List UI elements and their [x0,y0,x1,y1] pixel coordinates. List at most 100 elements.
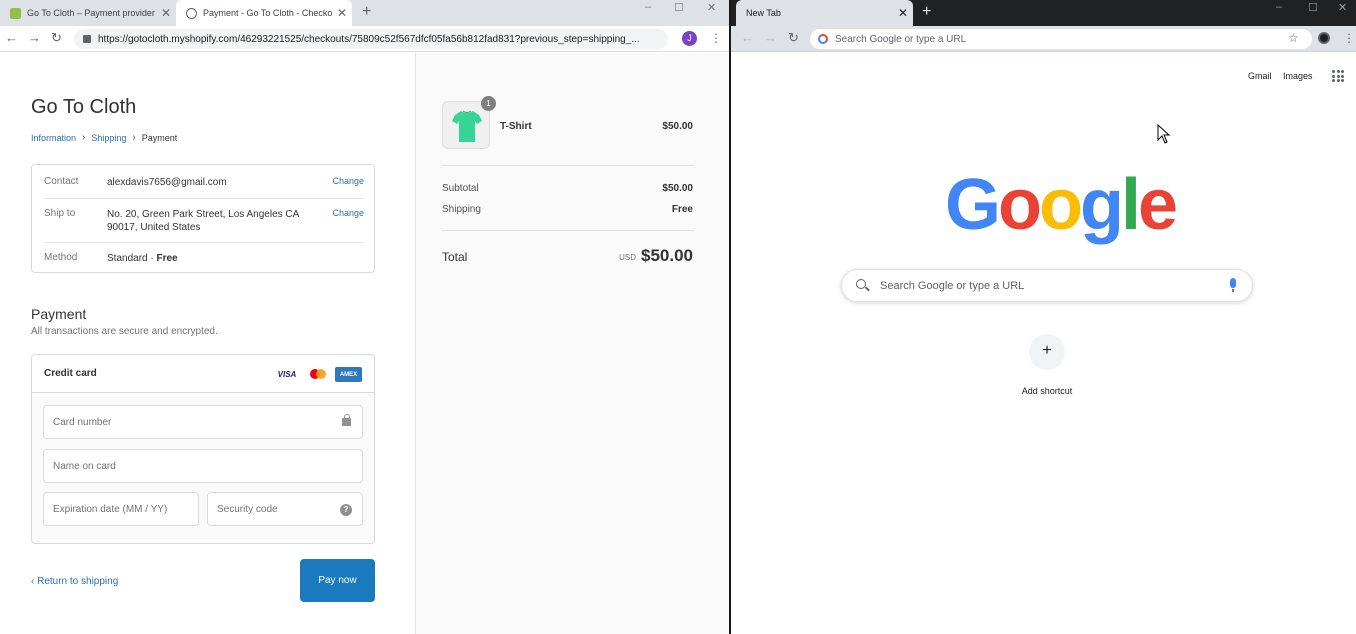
minimize-button[interactable]: – [1276,1,1282,13]
gmail-link[interactable]: Gmail [1248,71,1272,81]
subtotal-value: $50.00 [662,183,693,194]
logo-letter: l [1120,165,1141,245]
total-currency: USD [619,253,636,262]
tab-strip: Go To Cloth – Payment provider ✕ Payment… [0,0,729,26]
total-label: Total [442,250,468,264]
close-icon[interactable]: ✕ [332,6,352,20]
checkout-browser-window: Go To Cloth – Payment provider ✕ Payment… [0,0,729,634]
images-link[interactable]: Images [1283,71,1313,81]
add-shortcut-label: Add shortcut [1021,386,1073,396]
url-text: https://gotocloth.myshopify.com/46293221… [98,33,640,45]
breadcrumb: Information › Shipping › Payment [31,132,177,143]
search-placeholder: Search Google or type a URL [880,279,1025,292]
minimize-button[interactable]: – [645,1,651,13]
maximize-button[interactable]: ☐ [1308,1,1318,14]
new-tab-button[interactable]: + [922,4,931,20]
store-name[interactable]: Go To Cloth [31,96,136,119]
change-address-link[interactable]: Change [332,208,364,218]
tab-title: Payment - Go To Cloth - Checkout [203,8,332,18]
visa-icon: VISA [277,370,297,379]
forward-arrow-icon[interactable]: → [28,31,41,45]
ship-to-value: No. 20, Green Park Street, Los Angeles C… [107,209,299,233]
lock-icon [342,414,351,426]
security-code-field[interactable]: Security code ? [207,492,363,526]
checkout-main: Go To Cloth Information › Shipping › Pay… [0,53,415,634]
card-number-placeholder: Card number [53,416,112,428]
logo-letter: o [1039,165,1083,245]
logo-letter: g [1079,165,1124,245]
tab-strip: New Tab ✕ + – ☐ ✕ [731,0,1356,26]
new-tab-button[interactable]: + [362,4,371,20]
ship-to-label: Ship to [44,208,76,219]
extension-icon[interactable] [1318,32,1330,44]
review-block: Contact alexdavis7656@gmail.com Change S… [31,164,375,273]
breadcrumb-shipping[interactable]: Shipping [91,133,126,143]
browser-toolbar: ← → ↻ Search Google or type a URL [731,26,1356,52]
omnibox-placeholder: Search Google or type a URL [835,33,967,45]
credit-card-header[interactable]: Credit card VISA AMEX [32,355,374,393]
browser-menu-icon[interactable]: ⋮ [1343,32,1355,44]
divider [44,198,364,199]
expiration-date-field[interactable]: Expiration date (MM / YY) [43,492,199,526]
maximize-button[interactable]: ☐ [674,1,684,14]
change-contact-link[interactable]: Change [332,176,364,186]
profile-avatar[interactable]: J [682,31,697,46]
payment-subtitle: All transactions are secure and encrypte… [31,326,218,337]
tab-checkout-payment[interactable]: Payment - Go To Cloth - Checkout ✕ [176,0,352,26]
tab-new-tab[interactable]: New Tab ✕ [736,0,913,26]
reload-icon[interactable]: ↻ [788,31,799,45]
window-close-button[interactable]: ✕ [1338,1,1347,14]
logo-letter: G [945,165,1001,245]
credit-card-label: Credit card [44,368,97,379]
quantity-badge: 1 [481,96,496,111]
method-value: Standard · Free [107,252,307,265]
security-code-placeholder: Security code [217,503,278,515]
tshirt-icon [452,110,482,142]
divider [44,242,364,243]
amex-icon: AMEX [335,367,362,382]
apps-grid-icon[interactable] [1332,70,1344,82]
omnibox[interactable]: Search Google or type a URL [810,29,1312,49]
product-price: $50.00 [662,121,693,132]
search-icon [856,279,866,289]
payment-heading: Payment [31,306,87,322]
browser-menu-icon[interactable]: ⋮ [710,32,722,44]
method-price: Free [156,253,178,264]
mastercard-icon [308,367,328,382]
microphone-icon[interactable] [1230,278,1236,292]
chevron-right-icon: › [132,132,136,143]
tab-title: New Tab [746,8,781,18]
contact-label: Contact [44,176,79,187]
close-icon[interactable]: ✕ [156,6,176,20]
shipping-label: Shipping [442,204,481,215]
breadcrumb-information[interactable]: Information [31,133,76,143]
credit-card-panel: Credit card VISA AMEX Card number Name o… [31,354,375,544]
expiration-placeholder: Expiration date (MM / YY) [53,503,168,515]
pay-now-button[interactable]: Pay now [300,559,375,602]
window-close-button[interactable]: ✕ [707,1,716,14]
mouse-cursor-icon [1157,124,1171,144]
globe-icon [186,7,197,19]
total-value: $50.00 [641,246,693,265]
forward-arrow-icon[interactable]: → [764,31,777,45]
card-number-field[interactable]: Card number [43,405,363,439]
breadcrumb-payment: Payment [141,132,178,143]
close-icon[interactable]: ✕ [893,6,913,20]
add-shortcut-button[interactable]: + [1029,334,1065,370]
back-arrow-icon[interactable]: ← [5,31,18,45]
shipping-value: Free [671,204,693,215]
address-bar[interactable]: https://gotocloth.myshopify.com/46293221… [74,29,668,49]
browser-toolbar: ← → ↻ https://gotocloth.myshopify.com/46… [0,26,729,52]
back-arrow-icon[interactable]: ← [741,31,754,45]
tab-payment-provider[interactable]: Go To Cloth – Payment provider ✕ [0,0,176,26]
google-search-box[interactable]: Search Google or type a URL [841,269,1253,302]
order-summary: 1 T-Shirt $50.00 Subtotal $50.00 Shippin… [415,53,729,634]
help-icon[interactable]: ? [340,504,352,516]
logo-letter: e [1137,165,1178,245]
name-on-card-field[interactable]: Name on card [43,449,363,483]
logo-letter: o [998,165,1042,245]
reload-icon[interactable]: ↻ [51,31,62,45]
return-to-shipping-link[interactable]: ‹ Return to shipping [31,576,118,587]
bookmark-star-icon[interactable]: ☆ [1288,31,1299,45]
new-tab-browser-window: New Tab ✕ + – ☐ ✕ ← → ↻ Search Google or… [731,0,1356,634]
